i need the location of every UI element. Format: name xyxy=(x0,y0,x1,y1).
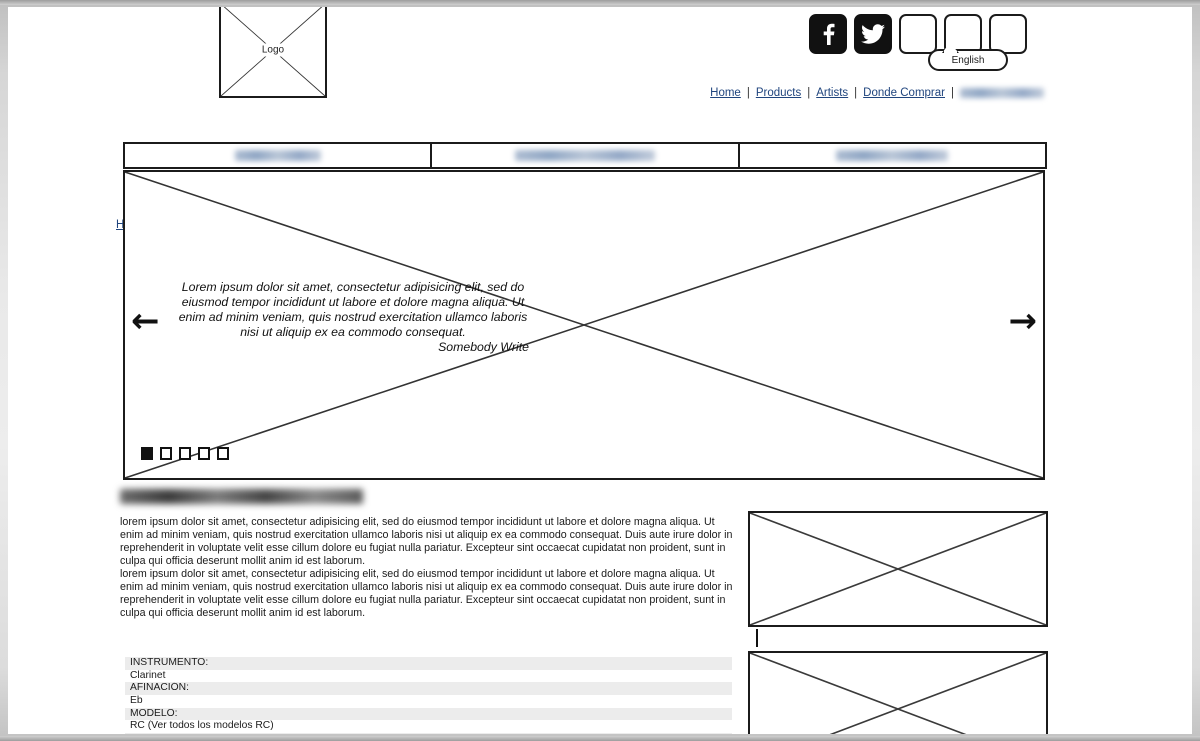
carousel-dot-4[interactable] xyxy=(198,447,210,460)
spec-value-modelo[interactable]: RC (Ver todos los modelos RC) xyxy=(125,720,732,734)
spec-label-modelo: MODELO: xyxy=(125,707,732,721)
tab-3[interactable] xyxy=(737,142,1047,169)
nav-link-home[interactable]: Home xyxy=(710,87,741,99)
placeholder-icon-3[interactable] xyxy=(989,14,1027,54)
product-thumbnail-1[interactable] xyxy=(748,511,1048,627)
logo-label: Logo xyxy=(256,43,290,57)
nav-separator: | xyxy=(746,87,750,99)
tab-3-label xyxy=(836,150,949,161)
product-paragraph-2: lorem ipsum dolor sit amet, consectetur … xyxy=(120,568,733,619)
wireframe-page: Logo English Home | Products | Artists |… xyxy=(8,7,1192,734)
nav-separator: | xyxy=(807,87,811,99)
carousel-dot-1[interactable] xyxy=(141,447,153,460)
specification-table: INSTRUMENTO: Clarinet AFINACIÓN: Eb MODE… xyxy=(125,657,732,734)
logo-placeholder[interactable]: Logo xyxy=(219,7,327,98)
carousel-dot-3[interactable] xyxy=(179,447,191,460)
carousel-dot-5[interactable] xyxy=(217,447,229,460)
carousel-next-arrow-icon[interactable]: → xyxy=(1009,304,1038,338)
spec-label-instrumento: INSTRUMENTO: xyxy=(125,657,732,670)
tab-1-label xyxy=(234,150,321,161)
twitter-icon[interactable] xyxy=(854,14,892,54)
hero-carousel: Lorem ipsum dolor sit amet, consectetur … xyxy=(123,170,1045,480)
nav-separator: | xyxy=(854,87,858,99)
text-caret xyxy=(756,629,758,647)
language-tooltip-label: English xyxy=(951,54,985,66)
spec-value-instrumento: Clarinet xyxy=(125,669,732,683)
nav-link-artists[interactable]: Artists xyxy=(816,87,848,99)
facebook-icon[interactable] xyxy=(809,14,847,54)
product-title-label xyxy=(120,489,363,504)
tab-2[interactable] xyxy=(430,142,740,169)
nav-separator: | xyxy=(951,87,954,99)
nav-link-donde-comprar[interactable]: Donde Comprar xyxy=(863,87,945,99)
carousel-quote: Lorem ipsum dolor sit amet, consectetur … xyxy=(177,280,529,355)
language-icon[interactable] xyxy=(899,14,937,54)
tab-2-label xyxy=(514,150,655,161)
placeholder-cross-icon xyxy=(750,513,1046,625)
tab-1[interactable] xyxy=(123,142,433,169)
spec-value-afinacion: Eb xyxy=(125,695,732,708)
breadcrumb-search-row: Home ❯ Products ❯ ributors ❯ America Lat… xyxy=(8,107,1192,241)
carousel-prev-arrow-icon[interactable]: ← xyxy=(131,304,160,338)
nav-link-redacted[interactable] xyxy=(960,88,1044,98)
language-tooltip[interactable]: English xyxy=(928,43,1008,71)
placeholder-cross-icon xyxy=(750,653,1046,734)
product-thumbnail-2[interactable] xyxy=(748,651,1048,734)
nav-link-products[interactable]: Products xyxy=(756,87,801,99)
spec-label-fuerzas: FUERZAS: xyxy=(125,733,732,734)
category-tab-bar xyxy=(123,142,1047,169)
site-header: Logo English Home | Products | Artists |… xyxy=(8,7,1192,107)
social-and-language-icons xyxy=(809,14,1027,54)
product-paragraph-1: lorem ipsum dolor sit amet, consectetur … xyxy=(120,516,733,567)
spec-label-afinacion: AFINACIÓN: xyxy=(125,682,732,696)
carousel-quote-text: Lorem ipsum dolor sit amet, consectetur … xyxy=(178,280,528,339)
page-frame: Logo English Home | Products | Artists |… xyxy=(0,0,1200,741)
product-title xyxy=(120,489,363,509)
top-navigation: Home | Products | Artists | Donde Compra… xyxy=(710,87,1044,99)
carousel-indicators xyxy=(141,447,229,460)
carousel-dot-2[interactable] xyxy=(160,447,172,460)
carousel-quote-author: Somebody Write xyxy=(438,340,529,354)
